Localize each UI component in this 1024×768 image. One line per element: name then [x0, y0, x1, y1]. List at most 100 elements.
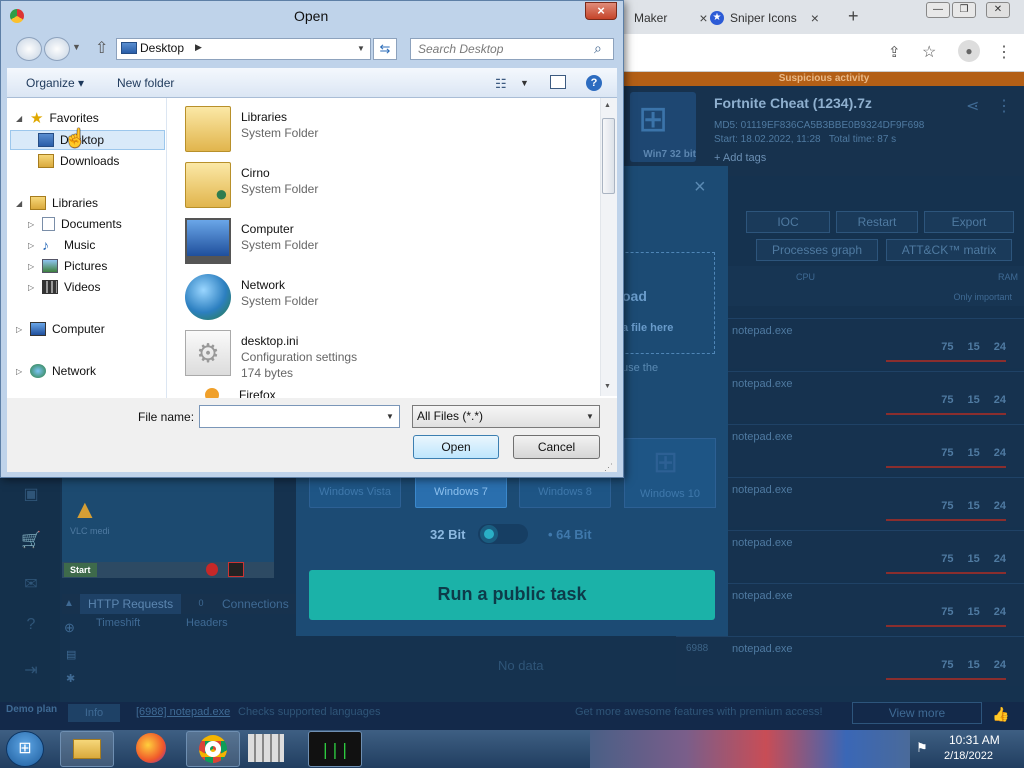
back-button[interactable]	[16, 37, 42, 61]
new-folder-button[interactable]: New folder	[117, 76, 174, 90]
file-item-computer[interactable]: Computer System Folder	[185, 218, 318, 264]
file-name-dropdown-icon[interactable]: ▼	[386, 412, 394, 421]
expand-arrow-icon[interactable]: ▷	[28, 220, 36, 229]
expand-arrow-icon[interactable]: ◢	[16, 114, 24, 123]
action-center-flag-icon[interactable]: ⚑	[916, 740, 928, 756]
scroll-up-icon[interactable]: ▲	[604, 102, 611, 109]
share-icon[interactable]: ⇪	[888, 43, 901, 61]
file-item-desktop-ini[interactable]: ⚙ desktop.ini Configuration settings 174 b…	[185, 330, 357, 380]
run-public-task-button[interactable]: Run a public task	[309, 570, 715, 620]
modal-close-icon[interactable]: ×	[694, 176, 706, 199]
logout-icon[interactable]: ⇥	[20, 660, 42, 682]
dialog-close-button[interactable]: ×	[585, 2, 617, 20]
os-option-win10[interactable]: Windows 10	[624, 488, 716, 500]
search-icon[interactable]: ⌕	[594, 40, 602, 57]
file-name-input[interactable]	[199, 405, 400, 428]
preview-pane-icon[interactable]	[550, 75, 566, 89]
bookmark-star-icon[interactable]: ☆	[922, 42, 936, 62]
process-row[interactable]: 6988 notepad.exe 75 15 24	[676, 636, 1024, 686]
expand-arrow-icon[interactable]: ▷	[28, 241, 36, 250]
process-row[interactable]: notepad.exe 75 15 24	[676, 424, 1024, 474]
collapse-icon[interactable]: ▲	[64, 598, 74, 609]
change-view-icon[interactable]: ☷	[495, 76, 507, 92]
nav-item-documents[interactable]: ▷ Documents	[28, 214, 122, 234]
bitness-toggle-knob[interactable]	[480, 525, 498, 543]
up-arrow-icon[interactable]: ⇧	[95, 38, 108, 58]
browser-tab-sniper-icons[interactable]: ★ Sniper Icons ×	[700, 4, 829, 32]
file-item-network[interactable]: Network System Folder	[185, 274, 318, 320]
bit-64-label[interactable]: • 64 Bit	[548, 527, 592, 542]
os-option-win7[interactable]: Windows 7	[415, 476, 507, 508]
process-row[interactable]: notepad.exe 75 15 24	[676, 371, 1024, 421]
file-item-libraries[interactable]: Libraries System Folder	[185, 106, 318, 152]
new-tab-button[interactable]: +	[848, 6, 859, 27]
status-process-link[interactable]: [6988] notepad.exe	[136, 706, 230, 718]
nav-item-pictures[interactable]: ▷ Pictures	[28, 256, 107, 276]
nav-item-computer[interactable]: ▷ Computer	[16, 319, 105, 339]
nav-item-favorites[interactable]: ◢ ★ Favorites	[16, 108, 99, 128]
file-type-select[interactable]: All Files (*.*)	[412, 405, 600, 428]
view-options-dropdown-icon[interactable]: ▼	[520, 78, 529, 88]
resize-grip-icon[interactable]: ⋰	[604, 462, 613, 473]
nav-item-network[interactable]: ▷ Network	[16, 361, 96, 381]
crumb-chevron-icon[interactable]: ▶	[195, 42, 202, 53]
bit-32-label[interactable]: 32 Bit	[430, 527, 465, 542]
process-row[interactable]: notepad.exe 75 15 24	[676, 530, 1024, 580]
processes-graph-button[interactable]: Processes graph	[756, 239, 878, 261]
expand-arrow-icon[interactable]: ◢	[16, 199, 24, 208]
firefox-icon[interactable]	[136, 733, 166, 763]
cancel-button[interactable]: Cancel	[513, 435, 600, 459]
os-option-win8[interactable]: Windows 8	[519, 476, 611, 508]
cart-icon[interactable]: 🛒	[20, 530, 42, 552]
close-tab-icon[interactable]: ×	[811, 10, 819, 26]
taskbar-matrix-app[interactable]: |||	[308, 731, 362, 767]
process-row[interactable]: notepad.exe 75 15 24	[676, 583, 1024, 633]
address-dropdown-icon[interactable]: ▼	[357, 44, 365, 53]
process-row[interactable]: notepad.exe 75 15 24	[676, 477, 1024, 527]
tab-restart[interactable]: Restart	[836, 211, 918, 233]
tab-connections[interactable]: Connections	[222, 597, 289, 611]
nav-item-music[interactable]: ▷ ♪ Music	[28, 235, 95, 255]
taskbar-explorer[interactable]	[60, 731, 114, 767]
browser-menu-icon[interactable]: ⋮	[996, 42, 1012, 62]
start-button[interactable]: ⊞	[6, 731, 44, 767]
nav-item-videos[interactable]: ▷ Videos	[28, 277, 100, 297]
open-button[interactable]: Open	[413, 435, 499, 459]
expand-arrow-icon[interactable]: ▷	[28, 283, 36, 292]
os-option-vista[interactable]: Windows Vista	[309, 476, 401, 508]
address-crumb-desktop[interactable]: Desktop	[140, 41, 184, 55]
clock-date[interactable]: 2/18/2022	[944, 750, 993, 762]
clock-time[interactable]: 10:31 AM	[949, 733, 1000, 747]
view-more-button[interactable]: View more	[852, 702, 982, 724]
process-row[interactable]: notepad.exe 75 15 24	[676, 318, 1024, 368]
firewall-icon[interactable]	[248, 734, 284, 762]
more-options-icon[interactable]: ⋮	[996, 96, 1012, 116]
recent-locations-dropdown-icon[interactable]: ▼	[72, 42, 81, 52]
minimize-button[interactable]: —	[926, 2, 950, 18]
organize-button[interactable]: Organize ▾	[26, 76, 84, 90]
restore-button[interactable]: ❐	[952, 2, 976, 18]
thumbs-up-icon[interactable]: 👍	[992, 706, 1009, 723]
tab-ioc[interactable]: IOC	[746, 211, 830, 233]
bug-icon[interactable]: ✱	[66, 672, 75, 685]
file-item-cirno[interactable]: ● Cirno System Folder	[185, 162, 318, 208]
monitor-icon[interactable]: ▣	[20, 484, 42, 506]
expand-arrow-icon[interactable]: ▷	[16, 367, 24, 376]
scrollbar-thumb[interactable]	[602, 118, 615, 194]
forward-button[interactable]	[44, 37, 70, 61]
file-item-firefox[interactable]: Firefox	[185, 386, 600, 398]
tab-export[interactable]: Export	[924, 211, 1014, 233]
info-tab[interactable]: Info	[68, 704, 120, 722]
window-close-button[interactable]: ✕	[986, 2, 1010, 18]
taskbar-chrome[interactable]	[186, 731, 240, 767]
profile-avatar-icon[interactable]: ●	[958, 40, 980, 62]
expand-arrow-icon[interactable]: ▷	[28, 262, 36, 271]
file-type-dropdown-icon[interactable]: ▼	[586, 412, 594, 421]
attack-matrix-button[interactable]: ATT&CK™ matrix	[886, 239, 1012, 261]
expand-arrow-icon[interactable]: ▷	[16, 325, 24, 334]
nav-item-libraries[interactable]: ◢ Libraries	[16, 193, 98, 213]
help-icon[interactable]: ?	[20, 616, 42, 638]
mail-icon[interactable]: ✉	[20, 574, 42, 596]
scroll-down-icon[interactable]: ▼	[604, 383, 611, 390]
add-tags-link[interactable]: + Add tags	[714, 152, 766, 164]
